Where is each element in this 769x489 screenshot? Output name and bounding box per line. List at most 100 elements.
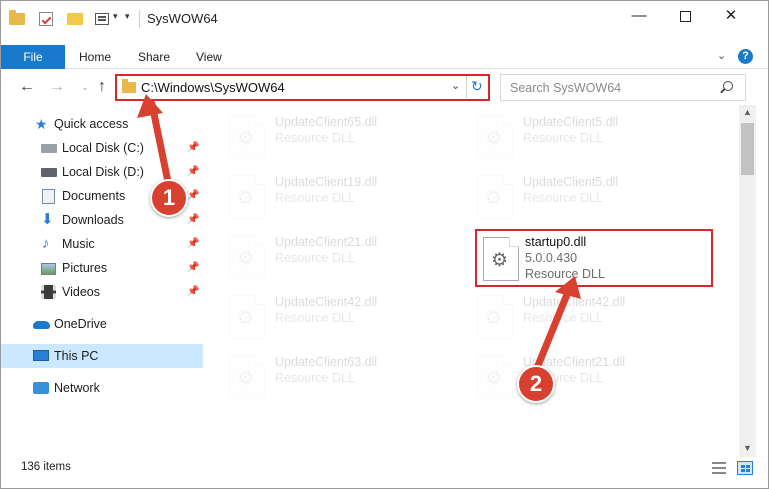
sidebar-item-this-pc[interactable]: This PC [1, 344, 203, 368]
new-folder-icon[interactable] [67, 13, 83, 25]
file-item[interactable]: UpdateClient21.dll Resource DLL [215, 229, 445, 283]
scroll-up-icon[interactable]: ▲ [743, 107, 752, 117]
tab-view[interactable]: View [196, 45, 222, 69]
up-button[interactable]: ↑ [92, 77, 112, 97]
file-item[interactable]: UpdateClient42.dll Resource DLL [463, 289, 693, 343]
scroll-thumb[interactable] [741, 123, 754, 175]
file-item[interactable]: UpdateClient63.dll Resource DLL [215, 349, 445, 403]
maximize-icon [679, 10, 691, 22]
properties-icon[interactable] [39, 12, 53, 26]
divider [466, 76, 467, 98]
file-name: UpdateClient21.dll [275, 235, 378, 249]
help-icon[interactable]: ? [738, 49, 753, 64]
sidebar-item-local-disk-c[interactable]: Local Disk (C:) 📌 [1, 136, 203, 160]
pin-icon[interactable]: 📌 [187, 190, 199, 201]
pin-icon[interactable]: 📌 [187, 262, 199, 273]
dll-file-icon [477, 295, 513, 339]
pin-icon[interactable]: 📌 [187, 238, 199, 249]
back-button[interactable]: ← [17, 77, 37, 97]
details-view-icon[interactable] [712, 462, 726, 474]
file-type: Resource DLL [275, 311, 355, 325]
divider [139, 10, 140, 28]
star-icon: ★ [35, 116, 48, 132]
chevron-down-icon[interactable]: ▾ [113, 11, 118, 22]
tab-home[interactable]: Home [79, 45, 111, 69]
scroll-down-icon[interactable]: ▼ [743, 443, 752, 453]
file-item[interactable]: UpdateClient65.dll Resource DLL [215, 109, 445, 163]
sidebar-item-onedrive[interactable]: OneDrive [1, 312, 203, 336]
sidebar-item-music[interactable]: ♪ Music 📌 [1, 232, 203, 256]
maximize-button[interactable] [662, 1, 708, 31]
music-icon: ♪ [42, 235, 50, 252]
pin-icon[interactable]: 📌 [187, 214, 199, 225]
callout-step-2: 2 [517, 365, 555, 403]
file-item-startup0-dll[interactable]: startup0.dll 5.0.0.430 Resource DLL [475, 229, 713, 287]
search-icon[interactable] [723, 81, 733, 91]
documents-icon [42, 189, 55, 204]
file-item[interactable]: UpdateClient5.dll Resource DLL [463, 169, 693, 223]
sidebar-item-network[interactable]: Network [1, 376, 203, 400]
dll-file-icon [229, 115, 265, 159]
file-name: UpdateClient5.dll [523, 175, 619, 189]
address-path[interactable]: C:\Windows\SysWOW64 [141, 80, 285, 95]
file-type: Resource DLL [275, 191, 355, 205]
pin-icon[interactable]: 📌 [187, 142, 199, 153]
callout-step-1: 1 [150, 179, 188, 217]
drive-icon [41, 168, 57, 177]
customize-toolbar-icon[interactable]: ▾ [125, 11, 130, 22]
dll-file-icon [229, 295, 265, 339]
sidebar-item-label: This PC [54, 349, 99, 363]
file-item[interactable]: UpdateClient42.dll Resource DLL [215, 289, 445, 343]
tiles-view-icon[interactable] [737, 461, 753, 475]
file-list: UpdateClient65.dll Resource DLL UpdateCl… [215, 105, 739, 455]
sidebar-item-quick-access[interactable]: ★ Quick access [1, 112, 203, 136]
folder-icon [9, 10, 25, 25]
sidebar-item-label: OneDrive [54, 317, 107, 331]
dll-file-icon [229, 175, 265, 219]
file-item[interactable]: UpdateClient21.dll Resource DLL [463, 349, 693, 403]
file-version: 5.0.0.430 [525, 251, 578, 265]
sidebar-item-label: Pictures [62, 261, 108, 275]
file-type: Resource DLL [523, 131, 603, 145]
explorer-window: ▾ ▾ SysWOW64 — ✕ File Home Share View ⌄ … [0, 0, 769, 489]
search-input[interactable]: Search SysWOW64 [500, 74, 746, 101]
chevron-down-icon[interactable]: ⌄ [451, 79, 460, 92]
address-bar[interactable]: C:\Windows\SysWOW64 ⌄ ↻ [115, 74, 490, 101]
dll-file-icon [477, 115, 513, 159]
file-name: UpdateClient5.dll [523, 115, 619, 129]
pictures-icon [41, 263, 56, 275]
file-type: Resource DLL [523, 191, 603, 205]
tab-share[interactable]: Share [138, 45, 170, 69]
file-item[interactable]: UpdateClient19.dll Resource DLL [215, 169, 445, 223]
file-type: Resource DLL [275, 251, 355, 265]
title-bar: ▾ ▾ SysWOW64 — ✕ [1, 1, 768, 35]
status-bar: 136 items [1, 458, 768, 488]
file-name: startup0.dll [525, 235, 587, 249]
sidebar-item-pictures[interactable]: Pictures 📌 [1, 256, 203, 280]
dll-file-icon [229, 235, 265, 279]
minimize-button[interactable]: — [616, 1, 662, 31]
expand-ribbon-icon[interactable]: ⌄ [717, 49, 726, 62]
navigation-bar: ← → ⌄ ↑ C:\Windows\SysWOW64 ⌄ ↻ Search S… [1, 71, 768, 103]
pin-icon[interactable]: 📌 [187, 166, 199, 177]
file-name: UpdateClient19.dll [275, 175, 378, 189]
videos-icon [41, 285, 56, 299]
forward-button[interactable]: → [47, 77, 67, 97]
close-button[interactable]: ✕ [708, 1, 754, 31]
navigation-pane: ★ Quick access Local Disk (C:) 📌 Local D… [1, 105, 203, 455]
sidebar-item-label: Music [62, 237, 95, 251]
dll-file-icon [477, 355, 513, 399]
sidebar-item-videos[interactable]: Videos 📌 [1, 280, 203, 304]
refresh-icon[interactable]: ↻ [471, 78, 483, 95]
dll-file-icon [229, 355, 265, 399]
view-options-icon[interactable] [95, 13, 109, 25]
tab-file[interactable]: File [1, 45, 65, 69]
vertical-scrollbar[interactable]: ▲ ▼ [739, 105, 756, 457]
file-name: UpdateClient63.dll [275, 355, 378, 369]
ribbon: File Home Share View ⌄ ? [1, 45, 768, 69]
file-name: UpdateClient42.dll [523, 295, 626, 309]
file-type: Resource DLL [275, 131, 355, 145]
pin-icon[interactable]: 📌 [187, 286, 199, 297]
file-item[interactable]: UpdateClient5.dll Resource DLL [463, 109, 693, 163]
dll-file-icon [483, 237, 519, 281]
